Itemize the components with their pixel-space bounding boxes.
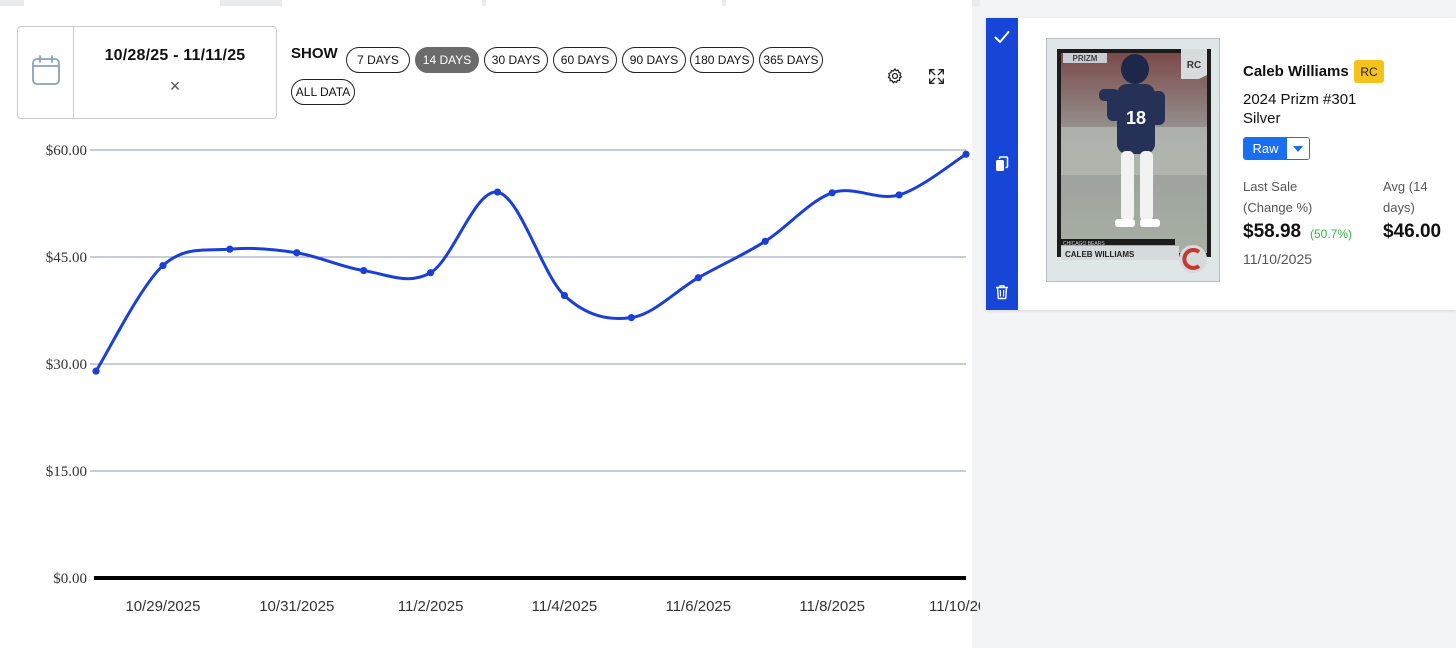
price-point xyxy=(159,261,167,270)
x-tick-label: 11/8/2025 xyxy=(799,598,865,615)
card-name-plate-text: CALEB WILLIAMS xyxy=(1065,250,1135,259)
rookie-card-badge: RC xyxy=(1354,60,1384,83)
price-point xyxy=(360,266,368,275)
y-tick-label: $15.00 xyxy=(46,464,87,480)
price-point xyxy=(493,188,502,196)
price-point xyxy=(427,269,435,277)
last-sale-label: Last Sale (Change %) xyxy=(1243,179,1313,215)
x-tick-label: 11/4/2025 xyxy=(532,598,598,615)
grade-label[interactable]: Raw xyxy=(1244,138,1287,159)
price-point xyxy=(92,367,100,375)
y-tick-label: $0.00 xyxy=(53,571,87,587)
average-value: $46.00 xyxy=(1383,221,1442,242)
x-tick-label: 10/31/2025 xyxy=(259,598,334,615)
price-point xyxy=(828,189,836,197)
card-set-name: 2024 Prizm #301 Silver xyxy=(1243,91,1357,127)
price-point xyxy=(895,191,903,199)
price-point xyxy=(226,245,234,253)
copy-icon[interactable] xyxy=(992,154,1012,174)
price-point xyxy=(560,291,569,300)
avg-label: Avg (14 days) xyxy=(1383,179,1428,215)
price-point xyxy=(293,249,301,257)
x-tick-label: 10/29/2025 xyxy=(125,598,200,615)
price-point xyxy=(694,274,702,282)
card-jersey-number: 18 xyxy=(1126,108,1146,128)
player-name: Caleb Williams xyxy=(1243,63,1349,80)
last-sale-value: $58.98 xyxy=(1243,221,1302,242)
grade-selector[interactable]: Raw xyxy=(1243,137,1310,160)
chevron-down-icon[interactable] xyxy=(1287,138,1309,159)
card-brand-text: PRIZM xyxy=(1073,54,1098,63)
price-point xyxy=(761,237,769,245)
trash-icon[interactable] xyxy=(992,282,1012,302)
y-tick-label: $45.00 xyxy=(46,250,87,266)
price-series-line xyxy=(94,152,967,372)
x-tick-label: 11/10/2025 xyxy=(929,598,980,615)
card-detail-panel: 18 PRIZM RC CHICAGO BEARS CALEB WILLIAMS… xyxy=(986,18,1456,310)
x-tick-label: 11/2/2025 xyxy=(398,598,464,615)
y-tick-label: $30.00 xyxy=(46,357,87,373)
last-sale-date: 11/10/2025 xyxy=(1243,251,1313,267)
x-tick-label: 11/6/2025 xyxy=(665,598,731,615)
check-icon[interactable] xyxy=(992,27,1012,47)
price-point xyxy=(962,150,970,158)
trading-card-image: 18 PRIZM RC CHICAGO BEARS CALEB WILLIAMS xyxy=(1046,38,1220,282)
price-line-chart: $0.00 $15.00 $30.00 $45.00 $60.00 10/29/2025 1… xyxy=(46,143,980,615)
price-point xyxy=(627,314,635,322)
last-sale-change: (50.7%) xyxy=(1310,227,1353,241)
card-action-bar xyxy=(986,18,1018,310)
card-rc-mark: RC xyxy=(1187,60,1201,71)
y-tick-label: $60.00 xyxy=(46,143,87,159)
